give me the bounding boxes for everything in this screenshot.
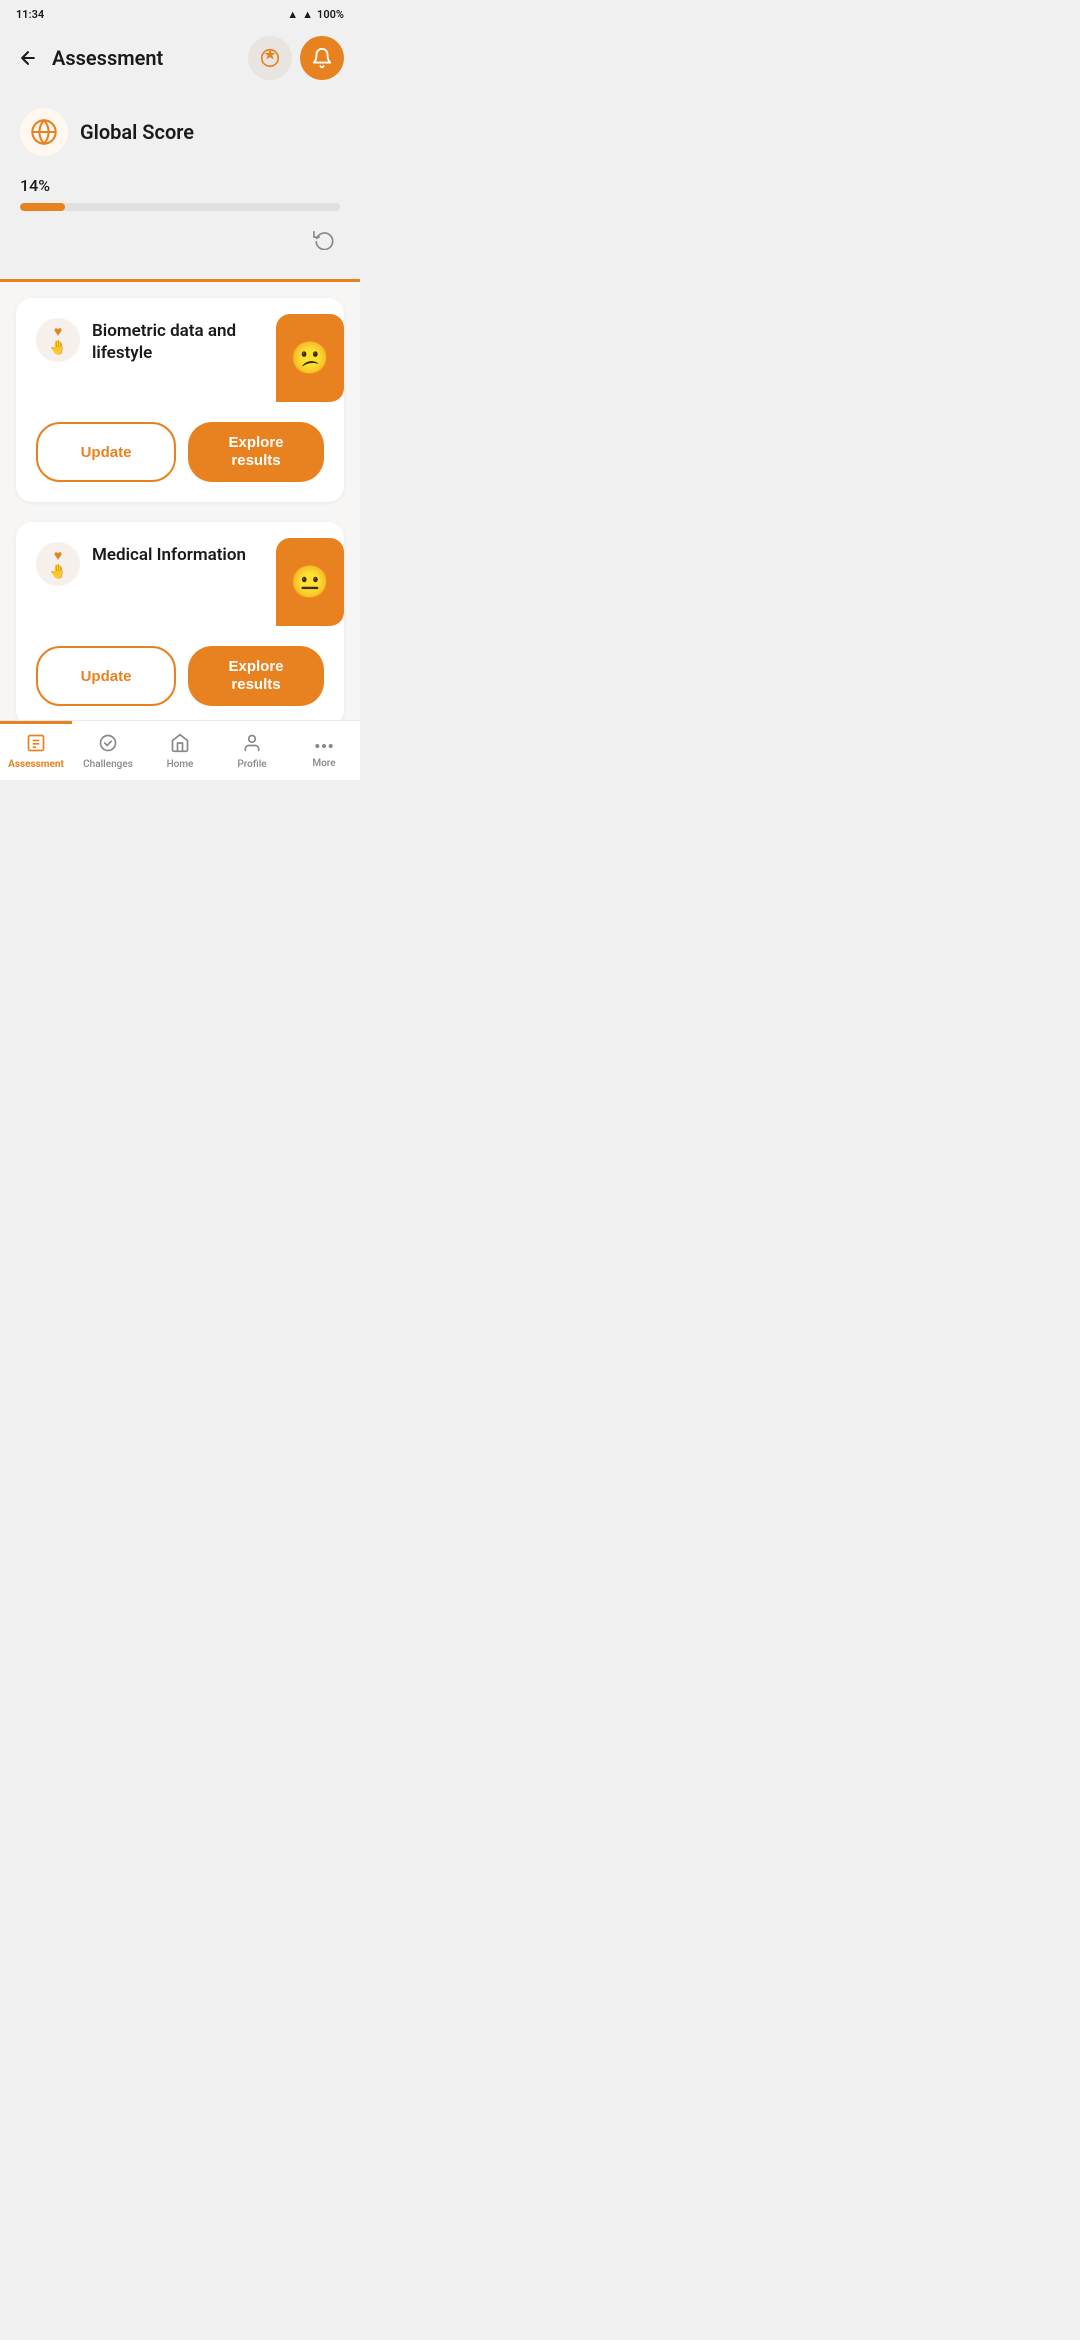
progress-bar bbox=[20, 203, 340, 211]
nav-challenges[interactable]: Challenges bbox=[72, 721, 144, 780]
medical-card-title: Medical Information bbox=[92, 542, 254, 566]
nav-more[interactable]: More bbox=[288, 721, 360, 780]
heart-hand-icon: ♥ 🤚 bbox=[49, 325, 66, 356]
page-title: Assessment bbox=[52, 46, 163, 70]
signal-icon: ▲ bbox=[302, 8, 313, 21]
back-button[interactable] bbox=[12, 42, 44, 74]
bottom-nav: Assessment Challenges Home Profile bbox=[0, 720, 360, 780]
biometric-emoji: 😕 bbox=[290, 339, 330, 377]
medical-emoji-badge: 😐 bbox=[276, 538, 344, 626]
assessment-nav-icon bbox=[26, 733, 46, 756]
biometric-actions: Update Explore results bbox=[16, 402, 344, 502]
medical-card: ♥ 🤚 Medical Information 😐 Update Explore… bbox=[16, 522, 344, 726]
status-bar: 11:34 ▲ ▲ 100% bbox=[0, 0, 360, 28]
battery-display: 100% bbox=[317, 8, 344, 21]
refresh-button[interactable] bbox=[308, 223, 340, 255]
nav-home[interactable]: Home bbox=[144, 721, 216, 780]
medical-explore-button[interactable]: Explore results bbox=[188, 646, 324, 706]
main-content: Global Score 14% ♥ bbox=[0, 88, 360, 728]
home-nav-label: Home bbox=[167, 759, 194, 770]
challenges-nav-label: Challenges bbox=[83, 759, 133, 770]
time-display: 11:34 bbox=[16, 8, 44, 21]
medical-emoji: 😐 bbox=[290, 563, 330, 601]
status-time: 11:34 bbox=[16, 8, 44, 21]
card-top: ♥ 🤚 Biometric data and lifestyle 😕 bbox=[16, 298, 344, 402]
more-nav-icon bbox=[314, 735, 334, 755]
nav-profile[interactable]: Profile bbox=[216, 721, 288, 780]
biometric-explore-button[interactable]: Explore results bbox=[188, 422, 324, 482]
biometric-card-title: Biometric data and lifestyle bbox=[92, 318, 276, 364]
profile-nav-label: Profile bbox=[237, 759, 266, 770]
biometric-emoji-badge: 😕 bbox=[276, 314, 344, 402]
nav-assessment[interactable]: Assessment bbox=[0, 721, 72, 780]
global-score-header: Global Score bbox=[20, 108, 340, 156]
medical-update-button[interactable]: Update bbox=[36, 646, 176, 706]
wifi-icon: ▲ bbox=[287, 8, 298, 21]
biometric-icon: ♥ 🤚 bbox=[36, 318, 80, 362]
global-score-section: Global Score 14% bbox=[0, 88, 360, 279]
refresh-area bbox=[20, 223, 340, 255]
notification-button[interactable] bbox=[300, 36, 344, 80]
status-icons: ▲ ▲ 100% bbox=[287, 8, 344, 21]
header: Assessment bbox=[0, 28, 360, 88]
medical-actions: Update Explore results bbox=[16, 626, 344, 726]
header-actions bbox=[248, 36, 344, 80]
home-nav-icon bbox=[170, 733, 190, 756]
biometric-update-button[interactable]: Update bbox=[36, 422, 176, 482]
medical-heart-hand-icon: ♥ 🤚 bbox=[49, 549, 66, 580]
medical-icon: ♥ 🤚 bbox=[36, 542, 80, 586]
card-left: ♥ 🤚 Biometric data and lifestyle bbox=[36, 318, 276, 364]
score-percentage: 14% bbox=[20, 176, 340, 195]
badge-button[interactable] bbox=[248, 36, 292, 80]
assessment-nav-label: Assessment bbox=[8, 759, 64, 770]
header-left: Assessment bbox=[12, 42, 163, 74]
progress-fill bbox=[20, 203, 65, 211]
medical-card-left: ♥ 🤚 Medical Information bbox=[36, 542, 276, 586]
cards-container: ♥ 🤚 Biometric data and lifestyle 😕 Updat… bbox=[0, 282, 360, 728]
globe-icon bbox=[20, 108, 68, 156]
profile-nav-icon bbox=[242, 733, 262, 756]
challenges-nav-icon bbox=[98, 733, 118, 756]
biometric-card: ♥ 🤚 Biometric data and lifestyle 😕 Updat… bbox=[16, 298, 344, 502]
global-score-title: Global Score bbox=[80, 120, 194, 144]
medical-card-top: ♥ 🤚 Medical Information 😐 bbox=[16, 522, 344, 626]
more-nav-label: More bbox=[312, 758, 335, 769]
